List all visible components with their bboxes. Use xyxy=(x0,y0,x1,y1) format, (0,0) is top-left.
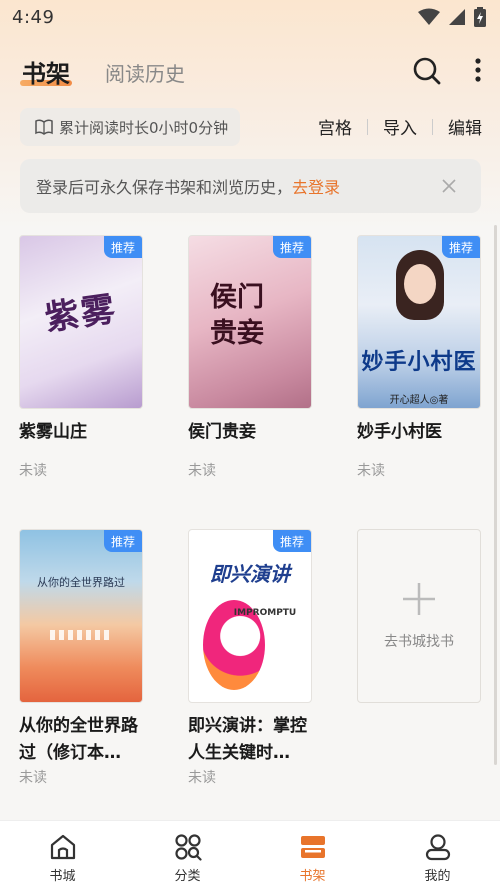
wifi-icon xyxy=(418,8,440,25)
recommend-badge: 推荐 xyxy=(104,530,142,552)
close-icon[interactable] xyxy=(439,176,459,196)
cover-title: 妙手小村医 xyxy=(361,350,477,375)
nav-bookshelf[interactable]: 书架 xyxy=(250,821,375,889)
battery-icon xyxy=(474,7,486,27)
book-status: 未读 xyxy=(19,463,47,479)
cover-subtitle: IMPROMPTU xyxy=(233,608,297,618)
book-item[interactable]: 妙手小村医 开心超人◎著 推荐 妙手小村医 未读 xyxy=(357,235,482,480)
book-status: 未读 xyxy=(188,770,216,786)
bottom-nav: 书城 分类 书架 我的 xyxy=(0,820,500,889)
book-status: 未读 xyxy=(357,463,385,479)
nav-label: 分类 xyxy=(174,869,201,884)
home-icon xyxy=(50,834,75,860)
more-icon[interactable] xyxy=(470,56,486,86)
nav-profile[interactable]: 我的 xyxy=(375,821,500,889)
tab-bookshelf[interactable]: 书架 xyxy=(22,54,70,89)
cover-title: 紫雾 xyxy=(42,289,120,339)
book-title: 侯门贵妾 xyxy=(188,422,256,442)
nav-label: 书架 xyxy=(299,869,326,884)
bookshelf-icon xyxy=(300,836,325,858)
recommend-badge: 推荐 xyxy=(104,236,142,258)
book-status: 未读 xyxy=(19,770,47,786)
book-item[interactable]: 即兴演讲 IMPROMPTU 推荐 即兴演讲：掌控人生关键时… 未读 xyxy=(188,529,313,787)
book-title: 妙手小村医 xyxy=(357,422,442,442)
nav-label: 书城 xyxy=(49,869,76,884)
tab-reading-history[interactable]: 阅读历史 xyxy=(105,58,185,87)
book-item[interactable]: 侯门贵妾 推荐 侯门贵妾 未读 xyxy=(188,235,313,480)
divider xyxy=(367,118,368,135)
status-time: 4:49 xyxy=(12,6,55,28)
login-banner-text: 登录后可永久保存书架和浏览历史， xyxy=(36,178,293,197)
category-icon xyxy=(174,834,202,861)
book-cover[interactable]: 即兴演讲 IMPROMPTU 推荐 xyxy=(188,529,312,703)
book-title: 即兴演讲：掌控人生关键时… xyxy=(188,716,307,763)
shelf-actions: 宫格 导入 编辑 xyxy=(318,114,482,139)
find-books-card[interactable]: 去书城找书 xyxy=(357,529,481,703)
nav-category[interactable]: 分类 xyxy=(125,821,250,889)
book-cover[interactable]: 从你的全世界路过 推荐 xyxy=(19,529,143,703)
cover-title: 侯门贵妾 xyxy=(210,282,264,349)
plus-icon xyxy=(403,583,435,615)
book-cover[interactable]: 妙手小村医 开心超人◎著 推荐 xyxy=(357,235,481,409)
book-cover[interactable]: 紫雾 推荐 xyxy=(19,235,143,409)
book-open-icon xyxy=(35,119,53,135)
import-button[interactable]: 导入 xyxy=(383,114,417,139)
search-icon[interactable] xyxy=(412,56,442,86)
status-icons xyxy=(418,7,486,27)
book-item[interactable]: 紫雾 推荐 紫雾山庄 未读 xyxy=(19,235,144,480)
cover-illustration xyxy=(50,630,112,640)
login-link[interactable]: 去登录 xyxy=(292,174,340,198)
header: 书架 阅读历史 xyxy=(0,48,500,94)
signal-icon xyxy=(449,9,465,25)
book-status: 未读 xyxy=(188,463,216,479)
cover-author: 开心超人◎著 xyxy=(389,395,449,406)
recommend-badge: 推荐 xyxy=(273,236,311,258)
cover-title: 从你的全世界路过 xyxy=(37,576,125,589)
reading-time-chip[interactable]: 累计阅读时长0小时0分钟 xyxy=(20,108,240,146)
recommend-badge: 推荐 xyxy=(442,236,480,258)
edit-button[interactable]: 编辑 xyxy=(448,114,482,139)
find-books-label: 去书城找书 xyxy=(384,634,454,650)
reading-time-label: 累计阅读时长0小时0分钟 xyxy=(59,118,229,137)
book-title: 从你的全世界路过（修订本… xyxy=(19,716,138,763)
book-item[interactable]: 从你的全世界路过 推荐 从你的全世界路过（修订本… 未读 xyxy=(19,529,144,787)
status-bar: 4:49 xyxy=(0,0,500,34)
book-cover[interactable]: 侯门贵妾 推荐 xyxy=(188,235,312,409)
scrollbar[interactable] xyxy=(494,225,497,765)
recommend-badge: 推荐 xyxy=(273,530,311,552)
cover-illustration xyxy=(404,264,436,304)
login-banner: 登录后可永久保存书架和浏览历史， 去登录 xyxy=(20,159,481,213)
nav-bookstore[interactable]: 书城 xyxy=(0,821,125,889)
book-title: 紫雾山庄 xyxy=(19,422,87,442)
cover-title: 即兴演讲 xyxy=(210,562,290,586)
divider xyxy=(432,118,433,135)
nav-label: 我的 xyxy=(424,869,451,884)
profile-icon xyxy=(425,834,450,861)
grid-view-button[interactable]: 宫格 xyxy=(318,114,352,139)
